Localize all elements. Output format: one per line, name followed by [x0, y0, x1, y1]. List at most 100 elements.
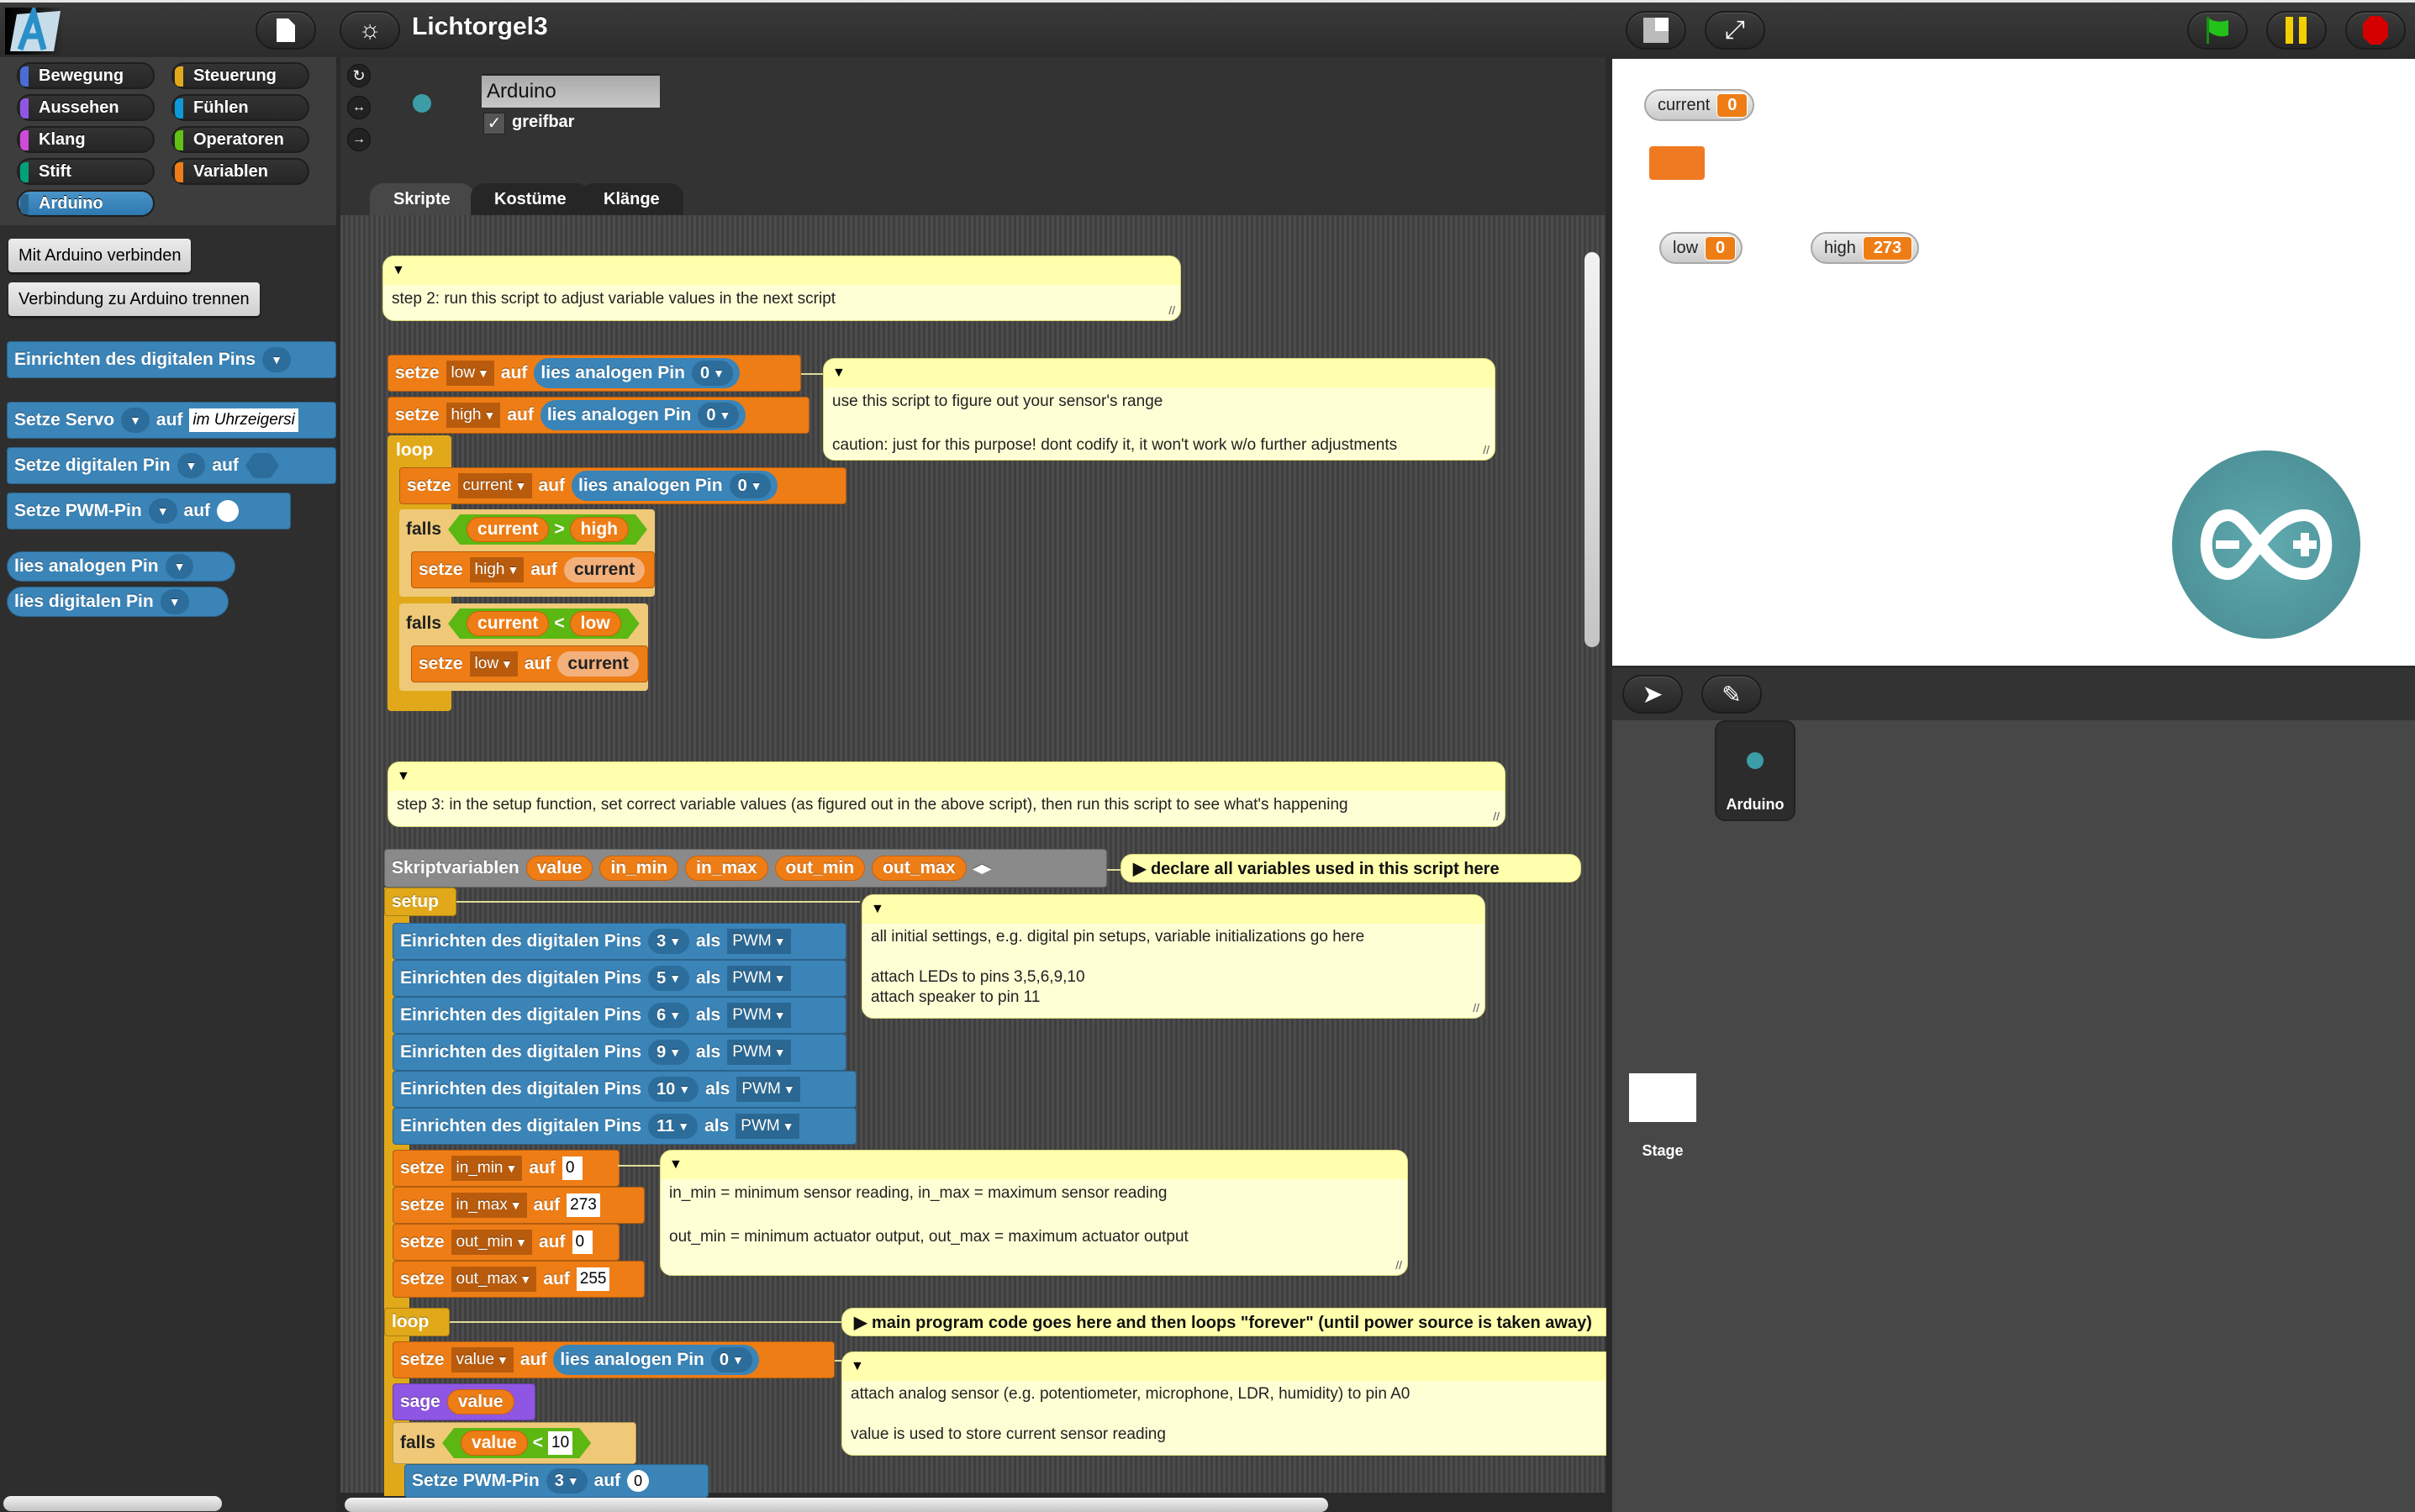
script-horizontal-scrollbar[interactable] [345, 1498, 1328, 1512]
no-rotate-icon[interactable]: → [347, 128, 371, 151]
mode-dropdown[interactable]: PWM ▼ [727, 966, 791, 991]
mode-dropdown[interactable]: PWM ▼ [736, 1114, 799, 1139]
value-input[interactable]: 0 [562, 1156, 583, 1180]
pin-dropdown[interactable]: 5 ▼ [648, 966, 690, 991]
block-setup-digital-pin[interactable]: Einrichten des digitalen Pins 3 ▼ als PWM… [393, 923, 846, 960]
mode-dropdown[interactable]: PWM ▼ [727, 1003, 791, 1028]
boolean-slot[interactable] [245, 453, 279, 478]
palette-block-setup-pin[interactable]: Einrichten des digitalen Pins ▼ [7, 341, 336, 378]
less-than-predicate[interactable]: current < low [448, 608, 640, 639]
script-variables-block[interactable]: Skriptvariablen value in_min in_max out_… [384, 849, 1107, 888]
normal-stage-button[interactable] [1626, 11, 1686, 50]
loop-block[interactable]: loop [384, 1308, 450, 1336]
resize-grip-icon[interactable]: // [1493, 809, 1500, 823]
rotate-icon[interactable]: ↻ [347, 64, 371, 87]
palette-block-read-analog[interactable]: lies analogen Pin ▼ [7, 551, 235, 582]
category-variablen[interactable]: Variablen [171, 158, 309, 185]
block-set-variable[interactable]: setze in_min ▼ auf 0 [393, 1150, 620, 1187]
resize-grip-icon[interactable]: // [1395, 1258, 1402, 1272]
collapse-arrow-icon[interactable]: ▼ [661, 1151, 1407, 1179]
variable-dropdown[interactable]: high ▼ [469, 557, 525, 582]
less-than-predicate[interactable]: value <10 [442, 1428, 591, 1458]
watcher-high[interactable]: high 273 [1811, 232, 1920, 264]
comment-mainloop[interactable]: ▶ main program code goes here and then l… [841, 1308, 1606, 1336]
comment-range[interactable]: ▼ use this script to figure out your sen… [823, 358, 1495, 461]
pin-dropdown[interactable]: 0 ▼ [729, 473, 771, 498]
variable-reporter[interactable]: current [563, 557, 646, 582]
variable-dropdown[interactable]: in_max ▼ [451, 1193, 527, 1218]
pwm-value-input[interactable] [217, 500, 240, 522]
variable-dropdown[interactable]: in_min ▼ [451, 1156, 523, 1181]
category-stift[interactable]: Stift [17, 158, 155, 185]
pin-dropdown[interactable]: 3 ▼ [648, 929, 690, 954]
block-setup-digital-pin[interactable]: Einrichten des digitalen Pins 10 ▼ als PW… [393, 1071, 857, 1108]
collapse-arrow-icon[interactable]: ▼ [383, 256, 1180, 285]
category-bewegung[interactable]: Bewegung [17, 62, 155, 89]
add-turtle-sprite-button[interactable]: ➤ [1622, 675, 1683, 714]
script-variable[interactable]: value [525, 856, 593, 881]
servo-pin-dropdown[interactable]: ▼ [121, 408, 150, 433]
comment-step2[interactable]: ▼ step 2: run this script to adjust vari… [382, 256, 1181, 321]
setup-block[interactable]: setup [384, 888, 456, 916]
category-arduino[interactable]: Arduino [17, 190, 155, 217]
collapse-arrow-icon[interactable]: ▼ [824, 359, 1495, 387]
expand-arrow-icon[interactable]: ▶ [1133, 860, 1151, 878]
pin-dropdown[interactable]: 0 ▼ [698, 403, 740, 428]
if-block-value[interactable]: falls value <10 [393, 1422, 636, 1464]
variable-dropdown[interactable]: out_min ▼ [451, 1230, 532, 1255]
block-set-low[interactable]: setze low ▼ auf lies analogen Pin 0 ▼ [388, 355, 801, 392]
category-steuerung[interactable]: Steuerung [171, 62, 309, 89]
variable-reporter[interactable]: current [557, 651, 639, 677]
palette-horizontal-scrollbar[interactable] [3, 1496, 222, 1511]
category-aussehen[interactable]: Aussehen [17, 94, 155, 121]
variable-dropdown[interactable]: high ▼ [446, 403, 501, 428]
resize-grip-icon[interactable]: // [1473, 1001, 1479, 1014]
fullscreen-button[interactable]: ⤢ [1705, 11, 1765, 50]
block-set-current[interactable]: setze current ▼ auf lies analogen Pin 0 ▼ [399, 467, 846, 504]
greater-than-predicate[interactable]: current > high [448, 514, 647, 545]
file-button[interactable] [256, 11, 316, 50]
watcher-low[interactable]: low 0 [1659, 232, 1743, 264]
pwm-value-input[interactable]: 0 [627, 1470, 650, 1492]
draggable-checkbox[interactable]: ✓ [483, 113, 505, 134]
pin-dropdown[interactable]: 11 ▼ [648, 1114, 699, 1139]
sprite-icon-arduino[interactable]: Arduino [1715, 720, 1795, 821]
variable-reporter[interactable]: value [446, 1389, 514, 1415]
read-analog-reporter[interactable]: lies analogen Pin 0 ▼ [553, 1345, 759, 1375]
resize-grip-icon[interactable]: // [1168, 303, 1175, 317]
expand-arrows-icon[interactable]: ◀▶ [973, 861, 992, 876]
pin-dropdown[interactable]: 9 ▼ [648, 1040, 690, 1065]
value-input[interactable]: 255 [576, 1267, 610, 1291]
block-setup-digital-pin[interactable]: Einrichten des digitalen Pins 6 ▼ als PWM… [393, 997, 846, 1034]
connect-arduino-button[interactable]: Mit Arduino verbinden [8, 239, 192, 272]
comment-step3[interactable]: ▼ step 3: in the setup function, set cor… [388, 761, 1505, 827]
mode-dropdown[interactable]: PWM ▼ [736, 1077, 800, 1102]
script-variable[interactable]: in_min [599, 856, 679, 881]
arduino-logo-sprite[interactable] [2172, 450, 2360, 639]
pwm-pin-dropdown[interactable]: ▼ [148, 498, 177, 524]
palette-block-set-servo[interactable]: Setze Servo ▼ auf im Uhrzeigersi [7, 402, 336, 439]
palette-block-set-pwm-pin[interactable]: Setze PWM-Pin ▼ auf [7, 493, 291, 529]
block-setup-digital-pin[interactable]: Einrichten des digitalen Pins 11 ▼ als PW… [393, 1108, 857, 1145]
orange-square-sprite[interactable] [1649, 146, 1705, 180]
mode-dropdown[interactable]: PWM ▼ [727, 1040, 791, 1065]
pause-button[interactable] [2266, 11, 2327, 50]
block-set-variable[interactable]: setze out_min ▼ auf 0 [393, 1224, 620, 1261]
stage[interactable]: current 0 low 0 high 273 [1612, 59, 2415, 666]
block-set-value[interactable]: setze value ▼ auf lies analogen Pin 0 ▼ [393, 1341, 835, 1378]
collapse-arrow-icon[interactable]: ▼ [842, 1352, 1606, 1381]
pin-dropdown[interactable]: 0 ▼ [710, 1347, 752, 1372]
analog-pin-dropdown[interactable]: ▼ [165, 554, 194, 579]
script-variable[interactable]: out_max [872, 856, 967, 881]
pin-dropdown[interactable]: 6 ▼ [648, 1003, 690, 1028]
script-area[interactable]: ▼ step 2: run this script to adjust vari… [340, 215, 1606, 1498]
settings-button[interactable]: ☼ [340, 11, 400, 50]
block-setup-digital-pin[interactable]: Einrichten des digitalen Pins 9 ▼ als PWM… [393, 1034, 846, 1071]
palette-block-read-digital[interactable]: lies digitalen Pin ▼ [7, 587, 229, 617]
palette-block-set-digital-pin[interactable]: Setze digitalen Pin ▼ auf [7, 447, 336, 484]
tab-klaenge[interactable]: Klänge [580, 183, 683, 217]
block-setup-digital-pin[interactable]: Einrichten des digitalen Pins 5 ▼ als PWM… [393, 960, 846, 997]
read-analog-reporter[interactable]: lies analogen Pin 0 ▼ [572, 471, 778, 501]
tab-kostueme[interactable]: Kostüme [471, 183, 590, 217]
block-set-low-current[interactable]: setze low ▼ auf current [411, 645, 648, 682]
